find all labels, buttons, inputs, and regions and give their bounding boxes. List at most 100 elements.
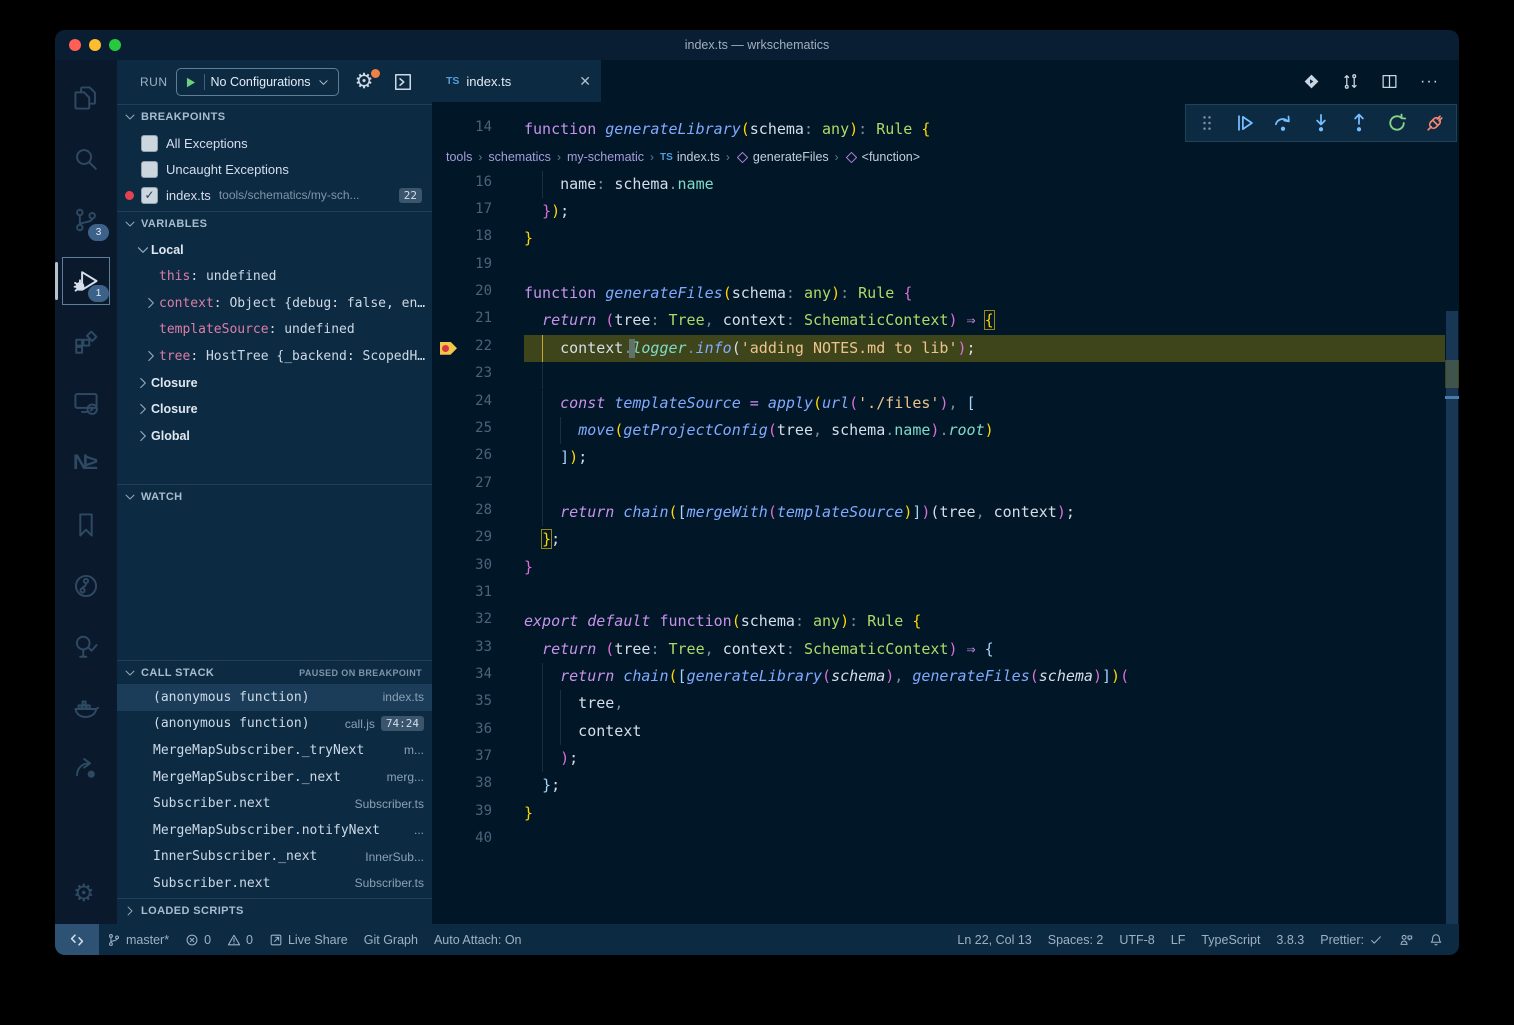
- editor-gutter[interactable]: 19: [432, 253, 524, 280]
- code-line[interactable]: 32export default function(schema: any): …: [432, 608, 1445, 635]
- open-changes-icon[interactable]: [1303, 73, 1320, 90]
- chevron-right-icon[interactable]: [135, 375, 151, 391]
- breadcrumb-item[interactable]: generateFiles: [736, 150, 829, 164]
- activity-item-source-control[interactable]: 3: [63, 197, 109, 243]
- call-stack-frame[interactable]: (anonymous function)call.js74:24: [117, 711, 432, 738]
- editor-gutter[interactable]: 28: [432, 499, 524, 526]
- activity-item-bookmarks[interactable]: [63, 502, 109, 548]
- editor-gutter[interactable]: 21: [432, 307, 524, 334]
- variable-row[interactable]: this: undefined: [117, 264, 432, 291]
- variable-row[interactable]: tree: HostTree {_backend: ScopedH…: [117, 343, 432, 370]
- code-line[interactable]: 39}: [432, 800, 1445, 827]
- scrollbar-thumb[interactable]: [1446, 311, 1458, 924]
- status-item-ts-version[interactable]: 3.8.3: [1268, 933, 1312, 947]
- status-item-notifications[interactable]: [1421, 933, 1451, 947]
- editor-gutter[interactable]: 37: [432, 745, 524, 772]
- start-debug-icon[interactable]: [183, 75, 198, 90]
- activity-item-gitlens[interactable]: [63, 563, 109, 609]
- code-line[interactable]: 37 );: [432, 745, 1445, 772]
- editor-gutter[interactable]: 31: [432, 581, 524, 608]
- restart-button[interactable]: [1382, 108, 1412, 138]
- breakpoint-dot[interactable]: [125, 191, 134, 200]
- code-line[interactable]: 18}: [432, 225, 1445, 252]
- editor-gutter[interactable]: 22: [432, 335, 524, 362]
- activity-item-remote-explorer[interactable]: [63, 380, 109, 426]
- variable-row[interactable]: context: Object {debug: false, en…: [117, 290, 432, 317]
- code-line[interactable]: 28 return chain([mergeWith(templateSourc…: [432, 499, 1445, 526]
- code-line[interactable]: 21 return (tree: Tree, context: Schemati…: [432, 307, 1445, 334]
- call-stack-frame[interactable]: (anonymous function)index.ts: [117, 684, 432, 711]
- status-item-auto-attach[interactable]: Auto Attach: On: [426, 924, 530, 955]
- scope-row[interactable]: Global: [117, 423, 432, 450]
- status-item-live-share[interactable]: Live Share: [261, 924, 356, 955]
- editor-gutter[interactable]: 16: [432, 171, 524, 198]
- code-line[interactable]: 33 return (tree: Tree, context: Schemati…: [432, 636, 1445, 663]
- code-line[interactable]: 30}: [432, 554, 1445, 581]
- split-editor-icon[interactable]: [1381, 73, 1398, 90]
- status-item-git-branch[interactable]: master*: [99, 924, 177, 955]
- chevron-right-icon[interactable]: [135, 428, 151, 444]
- editor-gutter[interactable]: 38: [432, 772, 524, 799]
- editor-gutter[interactable]: 40: [432, 827, 524, 854]
- continue-button[interactable]: [1230, 108, 1260, 138]
- editor-gutter[interactable]: 39: [432, 800, 524, 827]
- status-item-language-mode[interactable]: TypeScript: [1193, 933, 1268, 947]
- disconnect-button[interactable]: [1420, 108, 1450, 138]
- chevron-right-icon[interactable]: [135, 401, 151, 417]
- code-line[interactable]: 34 return chain([generateLibrary(schema)…: [432, 663, 1445, 690]
- code-line[interactable]: 31: [432, 581, 1445, 608]
- code-line[interactable]: 27: [432, 472, 1445, 499]
- breadcrumb-item[interactable]: TSindex.ts: [660, 150, 720, 164]
- breakpoint-row[interactable]: All Exceptions: [117, 130, 432, 156]
- code-line[interactable]: 29 };: [432, 526, 1445, 553]
- breadcrumb-item[interactable]: tools: [446, 150, 472, 164]
- scope-row[interactable]: Closure: [117, 370, 432, 397]
- call-stack-frame[interactable]: MergeMapSubscriber.notifyNext...: [117, 817, 432, 844]
- activity-item-nx-console[interactable]: N≥: [63, 441, 109, 487]
- step-into-button[interactable]: [1306, 108, 1336, 138]
- status-item-feedback[interactable]: [1391, 933, 1421, 947]
- activity-item-testing[interactable]: [63, 624, 109, 670]
- tab-index-ts[interactable]: TS index.ts ✕: [432, 60, 601, 102]
- status-item-cursor-position[interactable]: Ln 22, Col 13: [949, 933, 1039, 947]
- activity-item-manage[interactable]: ⚙: [63, 872, 109, 918]
- editor-gutter[interactable]: 25: [432, 417, 524, 444]
- code-line[interactable]: 38 };: [432, 772, 1445, 799]
- remote-indicator[interactable]: [55, 924, 99, 955]
- call-stack-frame[interactable]: Subscriber.nextSubscriber.ts: [117, 790, 432, 817]
- breadcrumb-item[interactable]: my-schematic: [567, 150, 644, 164]
- loaded-scripts-section-header[interactable]: LOADED SCRIPTS: [117, 898, 432, 922]
- checkbox[interactable]: ✓: [141, 187, 158, 204]
- close-tab-icon[interactable]: ✕: [579, 73, 591, 90]
- status-item-encoding[interactable]: UTF-8: [1111, 933, 1162, 947]
- code-line[interactable]: 17 });: [432, 198, 1445, 225]
- call-stack-frame[interactable]: MergeMapSubscriber._nextmerg...: [117, 764, 432, 791]
- chevron-right-icon[interactable]: [143, 295, 159, 311]
- watch-section-header[interactable]: WATCH: [117, 484, 432, 508]
- debug-console-button[interactable]: [393, 72, 413, 92]
- status-item-indentation[interactable]: Spaces: 2: [1040, 933, 1112, 947]
- code-line[interactable]: 16 name: schema.name: [432, 171, 1445, 198]
- editor-gutter[interactable]: 17: [432, 198, 524, 225]
- chevron-right-icon[interactable]: [143, 348, 159, 364]
- call-stack-section-header[interactable]: CALL STACK PAUSED ON BREAKPOINT: [117, 660, 432, 684]
- compare-icon[interactable]: [1342, 73, 1359, 90]
- status-item-warnings[interactable]: 0: [219, 924, 261, 955]
- editor-gutter[interactable]: 20: [432, 280, 524, 307]
- status-item-eol[interactable]: LF: [1163, 933, 1194, 947]
- code-line[interactable]: 35 tree,: [432, 690, 1445, 717]
- status-item-errors[interactable]: 0: [177, 924, 219, 955]
- scope-row[interactable]: Closure: [117, 396, 432, 423]
- activity-item-search[interactable]: [63, 136, 109, 182]
- call-stack-frame[interactable]: Subscriber.nextSubscriber.ts: [117, 870, 432, 897]
- code-line[interactable]: 24 const templateSource = apply(url('./f…: [432, 390, 1445, 417]
- breadcrumb-item[interactable]: <function>: [845, 150, 920, 164]
- variables-section-header[interactable]: VARIABLES: [117, 211, 432, 235]
- editor-gutter[interactable]: 30: [432, 554, 524, 581]
- editor-gutter[interactable]: 29: [432, 526, 524, 553]
- call-stack-frame[interactable]: MergeMapSubscriber._tryNextm...: [117, 737, 432, 764]
- code-line[interactable]: 20function generateFiles(schema: any): R…: [432, 280, 1445, 307]
- checkbox[interactable]: [141, 161, 158, 178]
- editor-gutter[interactable]: 18: [432, 225, 524, 252]
- editor-gutter[interactable]: 26: [432, 444, 524, 471]
